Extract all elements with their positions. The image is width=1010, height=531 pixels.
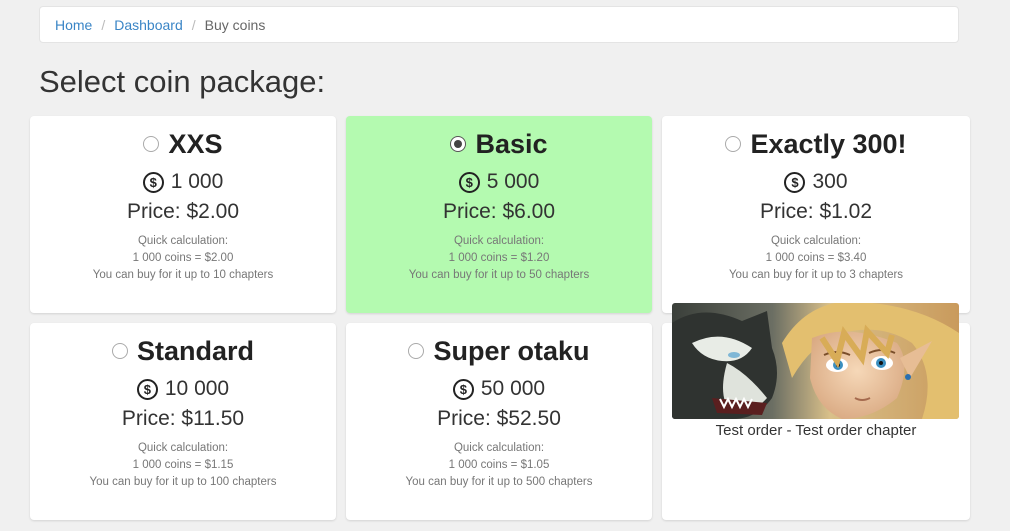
quick-calculation-label: Quick calculation: bbox=[137, 235, 229, 247]
quick-calculation-rate: 1 000 coins = $1.15 bbox=[132, 459, 234, 471]
package-radio-super-otaku[interactable] bbox=[408, 343, 425, 359]
package-card-standard[interactable]: Standard $ 10 000 Price: $11.50 Quick ca… bbox=[30, 323, 336, 520]
page-title: Select coin package: bbox=[39, 64, 326, 99]
quick-calculation: Quick calculation: 1 000 coins = $1.05 Y… bbox=[346, 440, 652, 491]
package-header: XXS bbox=[30, 128, 336, 160]
package-name: Standard bbox=[136, 335, 255, 366]
quick-calculation: Quick calculation: 1 000 coins = $1.15 Y… bbox=[30, 440, 336, 491]
quick-calculation-chapters: You can buy for it up to 3 chapters bbox=[728, 269, 904, 281]
coin-amount: 5 000 bbox=[486, 170, 540, 193]
coin-icon: $ bbox=[142, 171, 164, 193]
package-price: Price: $6.00 bbox=[442, 200, 556, 223]
quick-calculation-rate: 1 000 coins = $1.05 bbox=[448, 459, 550, 471]
package-radio-exactly-300[interactable] bbox=[725, 136, 742, 152]
quick-calculation-chapters: You can buy for it up to 500 chapters bbox=[405, 476, 593, 488]
breadcrumb-current: Buy coins bbox=[204, 16, 266, 33]
package-card-basic[interactable]: Basic $ 5 000 Price: $6.00 Quick calcula… bbox=[346, 116, 652, 313]
package-coins: $ 10 000 bbox=[30, 377, 336, 401]
package-name: Basic bbox=[475, 128, 548, 159]
package-radio-basic[interactable] bbox=[450, 136, 467, 152]
coin-icon: $ bbox=[452, 378, 474, 400]
package-name: Super otaku bbox=[433, 335, 590, 366]
quick-calculation-rate: 1 000 coins = $1.20 bbox=[448, 252, 550, 264]
coin-icon: $ bbox=[458, 171, 480, 193]
package-name: Exactly 300! bbox=[750, 128, 907, 159]
breadcrumb: Home / Dashboard / Buy coins bbox=[39, 6, 959, 43]
package-card-exactly-300[interactable]: Exactly 300! $ 300 Price: $1.02 Quick ca… bbox=[662, 116, 970, 313]
breadcrumb-home-link[interactable]: Home bbox=[55, 17, 92, 33]
package-header: Standard bbox=[30, 335, 336, 367]
package-price: Price: $11.50 bbox=[121, 407, 245, 430]
chapter-cover-illustration bbox=[672, 303, 959, 419]
quick-calculation: Quick calculation: 1 000 coins = $1.20 Y… bbox=[346, 233, 652, 284]
coin-icon: $ bbox=[136, 378, 158, 400]
package-header: Super otaku bbox=[346, 335, 652, 367]
package-header: Exactly 300! bbox=[662, 128, 970, 160]
package-radio-standard[interactable] bbox=[111, 343, 128, 359]
quick-calculation-rate: 1 000 coins = $3.40 bbox=[765, 252, 867, 264]
package-radio-xxs[interactable] bbox=[143, 136, 160, 152]
quick-calculation: Quick calculation: 1 000 coins = $3.40 Y… bbox=[662, 233, 970, 284]
breadcrumb-separator: / bbox=[191, 16, 196, 33]
quick-calculation-label: Quick calculation: bbox=[453, 235, 545, 247]
breadcrumb-dashboard-link[interactable]: Dashboard bbox=[114, 17, 183, 33]
chapter-caption: Test order - Test order chapter bbox=[715, 422, 917, 439]
quick-calculation: Quick calculation: 1 000 coins = $2.00 Y… bbox=[30, 233, 336, 284]
package-header: Basic bbox=[346, 128, 652, 160]
quick-calculation-rate: 1 000 coins = $2.00 bbox=[132, 252, 234, 264]
quick-calculation-label: Quick calculation: bbox=[137, 442, 229, 454]
chapter-cover-image[interactable] bbox=[672, 303, 959, 419]
package-coins: $ 1 000 bbox=[30, 170, 336, 194]
package-card-xxs[interactable]: XXS $ 1 000 Price: $2.00 Quick calculati… bbox=[30, 116, 336, 313]
package-coins: $ 5 000 bbox=[346, 170, 652, 194]
quick-calculation-chapters: You can buy for it up to 100 chapters bbox=[89, 476, 277, 488]
quick-calculation-label: Quick calculation: bbox=[453, 442, 545, 454]
quick-calculation-chapters: You can buy for it up to 50 chapters bbox=[408, 269, 590, 281]
coin-amount: 1 000 bbox=[170, 170, 224, 193]
chapter-preview-card: Test order - Test order chapter bbox=[662, 303, 970, 520]
package-price: Price: $1.02 bbox=[759, 200, 873, 223]
package-card-super-otaku[interactable]: Super otaku $ 50 000 Price: $52.50 Quick… bbox=[346, 323, 652, 520]
coin-amount: 50 000 bbox=[480, 377, 546, 400]
package-price: Price: $2.00 bbox=[126, 200, 240, 223]
quick-calculation-chapters: You can buy for it up to 10 chapters bbox=[92, 269, 274, 281]
package-coins: $ 50 000 bbox=[346, 377, 652, 401]
package-name: XXS bbox=[168, 128, 223, 159]
package-price: Price: $52.50 bbox=[437, 407, 561, 430]
coin-amount: 10 000 bbox=[164, 377, 230, 400]
breadcrumb-separator: / bbox=[101, 16, 106, 33]
package-coins: $ 300 bbox=[662, 170, 970, 194]
coin-amount: 300 bbox=[812, 170, 848, 193]
coin-icon: $ bbox=[784, 171, 806, 193]
quick-calculation-label: Quick calculation: bbox=[770, 235, 862, 247]
